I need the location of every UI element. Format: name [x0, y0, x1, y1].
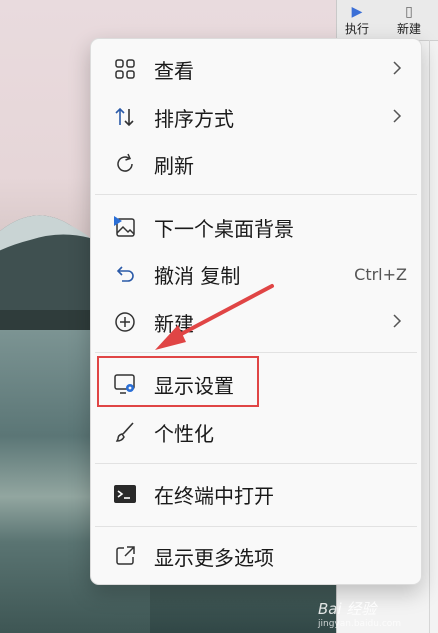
desktop-context-menu: 查看 排序方式 刷新 下一个桌面背景 撤消 复制 Ctrl+Z 新建 显示设置 … [90, 38, 422, 585]
menu-item-open-terminal[interactable]: 在终端中打开 [95, 472, 417, 516]
terminal-icon [114, 485, 136, 503]
highlight-box [97, 356, 259, 407]
menu-separator [95, 526, 417, 527]
menu-item-label: 排序方式 [154, 106, 234, 131]
menu-item-refresh[interactable]: 刷新 [95, 142, 417, 186]
menu-separator [95, 194, 417, 195]
menu-item-label: 个性化 [154, 421, 214, 446]
watermark-brand: Bai 经验 [318, 600, 377, 618]
shortcut-text: Ctrl+Z [354, 264, 407, 284]
menu-item-show-more-options[interactable]: 显示更多选项 [95, 534, 417, 578]
watermark-url: jingyan.baidu.com [318, 619, 402, 629]
menu-item-sort-by[interactable]: 排序方式 [95, 95, 417, 139]
new-plus-icon [115, 312, 135, 332]
menu-separator [95, 463, 417, 464]
run-toolbar-button[interactable]: ▶ 执行 [345, 4, 369, 37]
menu-item-personalize[interactable]: 个性化 [95, 410, 417, 454]
document-icon: ▯ [405, 4, 413, 20]
menu-item-label: 显示更多选项 [154, 545, 274, 570]
menu-item-label: 刷新 [154, 153, 194, 178]
column-divider [429, 40, 430, 633]
background-toolbar: ▶ 执行 ▯ 新建 [337, 0, 438, 41]
menu-item-label: 下一个桌面背景 [154, 216, 294, 241]
menu-item-next-background[interactable]: 下一个桌面背景 [95, 205, 417, 249]
play-icon: ▶ [351, 4, 363, 20]
watermark: Bai 经验 jingyan.baidu.com [318, 598, 401, 629]
open-more-icon [116, 546, 135, 565]
chevron-right-icon [393, 314, 402, 328]
sort-icon [115, 107, 134, 127]
next-background-icon [114, 216, 135, 237]
brush-icon [115, 422, 134, 442]
menu-item-label: 在终端中打开 [154, 483, 274, 508]
menu-separator [95, 352, 417, 353]
refresh-icon [117, 153, 133, 172]
menu-item-new[interactable]: 新建 [95, 300, 417, 344]
menu-item-label: 查看 [154, 58, 194, 83]
menu-item-label: 撤消 复制 [154, 263, 241, 288]
grid-view-icon [115, 59, 135, 79]
chevron-right-icon [393, 61, 402, 75]
menu-item-undo-copy[interactable]: 撤消 复制 Ctrl+Z [95, 252, 417, 296]
menu-item-label: 新建 [154, 311, 194, 336]
menu-item-view[interactable]: 查看 [95, 47, 417, 91]
chevron-right-icon [393, 109, 402, 123]
undo-icon [116, 266, 134, 282]
new-toolbar-button[interactable]: ▯ 新建 [397, 4, 421, 37]
